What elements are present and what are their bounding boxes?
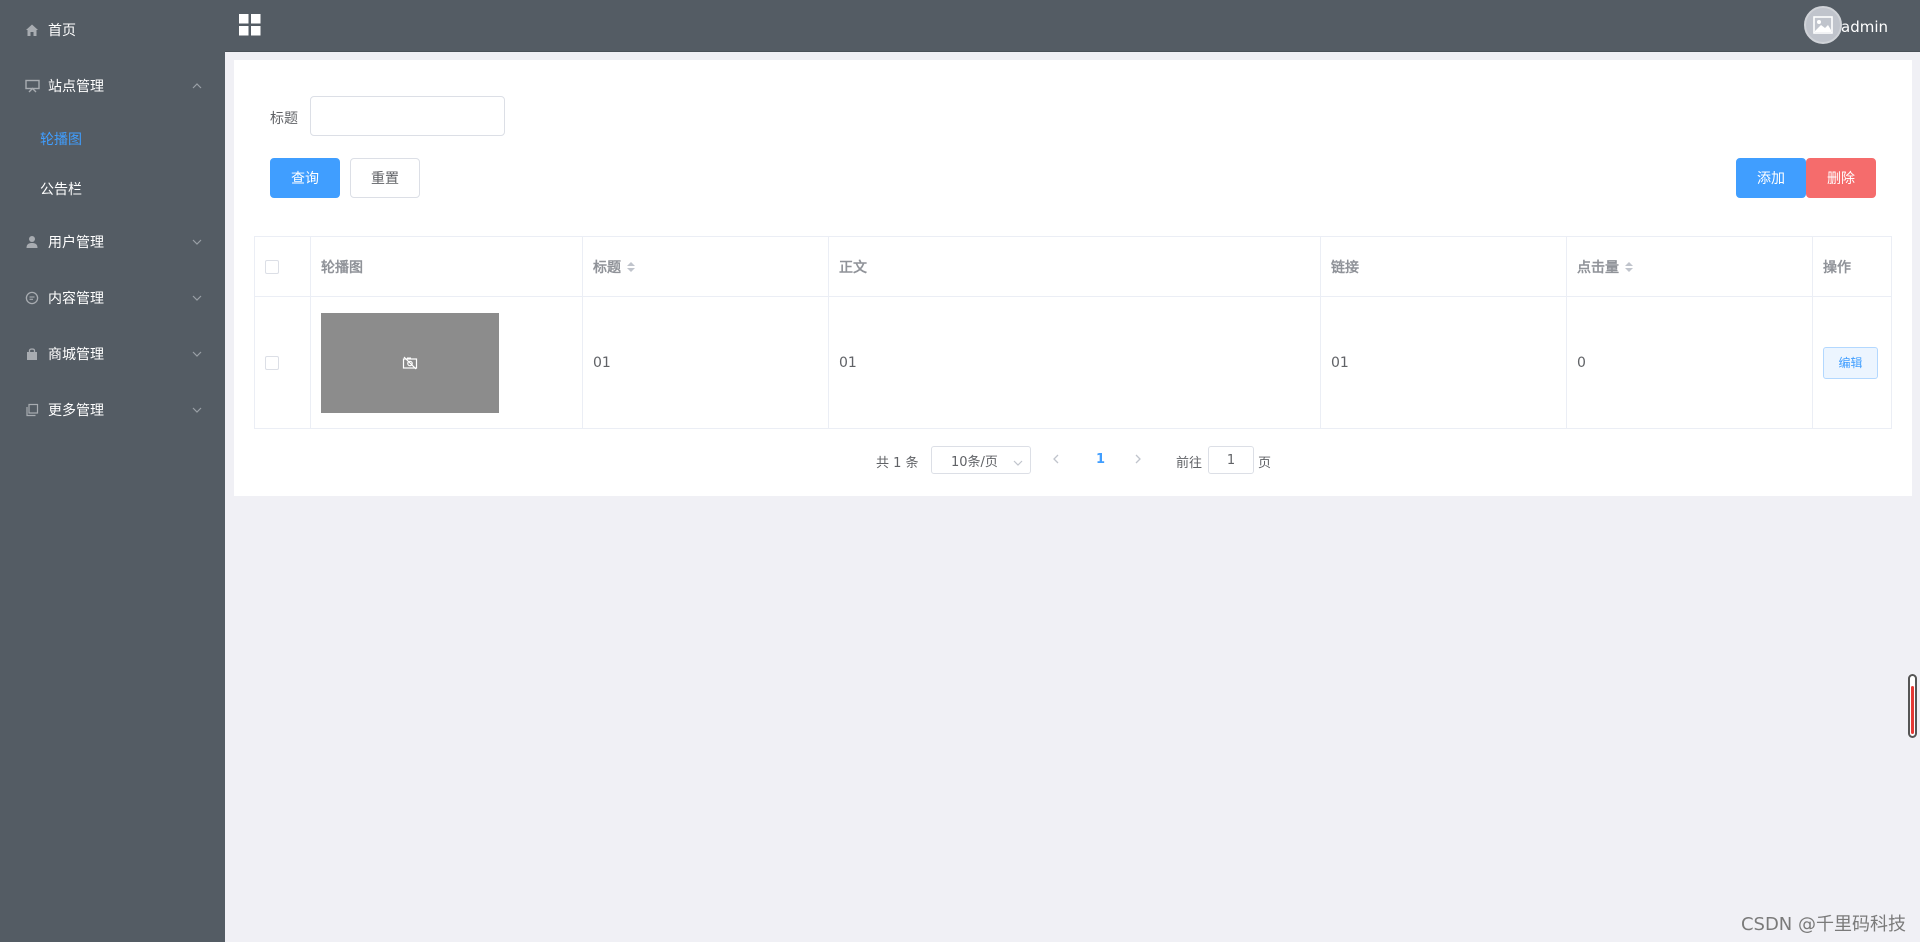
column-header-body: 正文 [829,237,1321,296]
sidebar-item-shop-management[interactable]: 商城管理 [0,326,225,382]
sidebar-item-home[interactable]: 首页 [0,2,225,58]
top-header: admin [225,0,1920,52]
title-filter-label: 标题 [270,111,298,127]
sidebar-subitem-carousel[interactable]: 轮播图 [0,114,225,164]
cell-clicks: 0 [1567,297,1813,428]
sidebar-item-label: 用户管理 [48,235,104,251]
chevron-right-icon [1135,454,1141,464]
cell-title: 01 [583,297,829,428]
cell-body: 01 [829,297,1321,428]
main-panel: 标题 查询 重置 添加 删除 轮播图 标题 正文 链接 点击量 操作 01 01… [234,60,1912,496]
sidebar-item-site-management[interactable]: 站点管理 [0,58,225,114]
column-header-action: 操作 [1823,259,1851,276]
sidebar-subitem-label: 公告栏 [40,182,82,198]
row-select-cell [255,297,311,428]
avatar[interactable] [1804,6,1842,44]
add-button[interactable]: 添加 [1736,158,1806,198]
chat-icon [24,290,40,306]
sidebar-item-label: 商城管理 [48,347,104,363]
chevron-down-icon [1013,455,1023,470]
next-page-button[interactable] [1134,452,1142,468]
sidebar: 首页 站点管理 轮播图 公告栏 用户管理 内容管理 商城管理 更多管理 [0,0,225,942]
home-icon [24,22,40,38]
pagination-total: 共 1 条 [876,456,919,471]
sort-caret-icon[interactable] [1625,261,1633,272]
chevron-left-icon [1053,454,1059,464]
page-size-select[interactable]: 10条/页 [931,446,1031,474]
chevron-down-icon [191,348,203,360]
sidebar-item-content-management[interactable]: 内容管理 [0,270,225,326]
image-broken-icon [402,356,418,369]
user-icon [24,234,40,250]
delete-button[interactable]: 删除 [1806,158,1876,198]
sort-caret-icon[interactable] [627,261,635,272]
sidebar-item-more-management[interactable]: 更多管理 [0,382,225,438]
column-header-carousel: 轮播图 [311,237,583,296]
sidebar-item-label: 内容管理 [48,291,104,307]
sidebar-subitem-label: 轮播图 [40,132,82,148]
image-placeholder-icon [1813,16,1833,34]
search-button[interactable]: 查询 [270,158,340,198]
header-select-cell [255,237,311,296]
grid-menu-icon[interactable] [239,14,261,36]
cell-action: 编辑 [1813,297,1891,428]
column-header-clicks[interactable]: 点击量 [1567,237,1813,296]
pagination: 共 1 条 10条/页 1 前往 1 页 [234,446,1912,474]
sidebar-item-user-management[interactable]: 用户管理 [0,214,225,270]
row-checkbox[interactable] [265,355,279,370]
goto-label: 前往 [1176,456,1203,471]
data-table: 轮播图 标题 正文 链接 点击量 操作 01 01 01 0 编辑 [254,236,1892,429]
column-header-link: 链接 [1321,237,1567,296]
chevron-down-icon [191,292,203,304]
username[interactable]: admin [1841,18,1888,36]
carousel-image-cell [311,297,583,428]
column-header-title[interactable]: 标题 [583,237,829,296]
cell-link: 01 [1321,297,1567,428]
copy-icon [24,402,40,418]
title-filter-input[interactable] [310,96,505,136]
table-row: 01 01 01 0 编辑 [255,297,1891,428]
prev-page-button[interactable] [1052,452,1060,468]
shop-bag-icon [24,346,40,362]
goto-page-input[interactable]: 1 [1208,446,1254,474]
edit-button[interactable]: 编辑 [1823,346,1878,379]
watermark: CSDN @千里码科技 [1740,914,1906,935]
chevron-up-icon [191,80,203,92]
sidebar-item-label: 更多管理 [48,403,104,419]
monitor-icon [24,78,40,94]
page-number-current[interactable]: 1 [1096,452,1105,467]
sidebar-subitem-notice[interactable]: 公告栏 [0,164,225,214]
chevron-down-icon [191,236,203,248]
reset-button[interactable]: 重置 [350,158,420,198]
sidebar-item-label: 首页 [48,23,76,39]
page-suffix-label: 页 [1258,456,1272,471]
chevron-down-icon [191,404,203,416]
carousel-thumbnail[interactable] [321,312,499,413]
scroll-indicator[interactable] [1908,674,1917,738]
select-all-checkbox[interactable] [265,259,279,274]
sidebar-item-label: 站点管理 [48,79,104,95]
table-header-row: 轮播图 标题 正文 链接 点击量 操作 [255,237,1891,297]
